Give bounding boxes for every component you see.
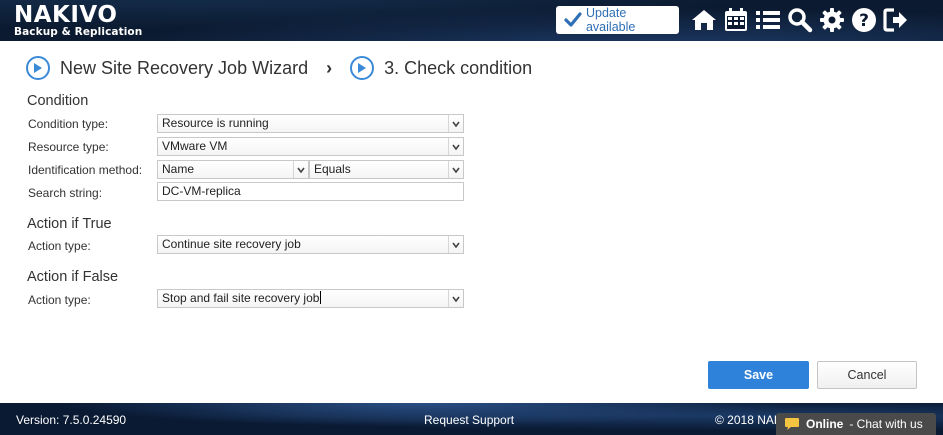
logo[interactable]: NAKIVO Backup & Replication — [14, 3, 142, 38]
action-if-false-heading: Action if False — [27, 269, 119, 285]
match-operator-select[interactable]: Equals — [309, 160, 464, 179]
wizard-title: New Site Recovery Job Wizard — [60, 57, 309, 78]
condition-type-value: Resource is running — [162, 116, 269, 130]
cancel-button[interactable]: Cancel — [817, 361, 917, 389]
action-true-type-select[interactable]: Continue site recovery job — [157, 235, 464, 254]
action-if-true-heading: Action if True — [27, 216, 112, 232]
chevron-down-icon — [293, 161, 308, 178]
checkmark-icon — [564, 12, 582, 27]
search-string-label: Search string: — [28, 186, 103, 200]
top-bar: NAKIVO Backup & Replication Update avail… — [0, 0, 943, 41]
logout-icon[interactable] — [882, 6, 910, 34]
gear-icon[interactable] — [818, 6, 846, 34]
search-icon[interactable] — [786, 6, 814, 34]
search-string-input[interactable]: DC-VM-replica — [157, 182, 464, 201]
save-button[interactable]: Save — [708, 361, 809, 389]
action-true-type-label: Action type: — [28, 239, 91, 253]
chevron-down-icon — [448, 115, 463, 132]
list-icon[interactable] — [754, 6, 782, 34]
version-text: Version: 7.5.0.24590 — [16, 413, 127, 427]
condition-heading: Condition — [27, 93, 89, 109]
action-true-type-value: Continue site recovery job — [162, 237, 301, 251]
wizard-panel: New Site Recovery Job Wizard › 3. Check … — [0, 41, 943, 403]
chat-bubble-icon — [785, 418, 799, 430]
step-play-icon — [350, 56, 375, 80]
footer: Version: 7.5.0.24590 Request Support © 2… — [0, 403, 943, 435]
wizard-breadcrumb: New Site Recovery Job Wizard › 3. Check … — [26, 54, 532, 82]
chevron-down-icon — [448, 138, 463, 155]
chevron-down-icon — [448, 290, 463, 307]
text-cursor — [320, 291, 322, 304]
chevron-down-icon — [448, 161, 463, 178]
action-false-type-select[interactable]: Stop and fail site recovery job — [157, 289, 464, 308]
top-icon-bar: ? — [690, 6, 910, 34]
home-icon[interactable] — [690, 6, 718, 34]
condition-type-select[interactable]: Resource is running — [157, 114, 464, 133]
identification-method-select[interactable]: Name — [157, 160, 309, 179]
identification-method-value: Name — [162, 162, 195, 176]
action-false-type-value: Stop and fail site recovery job — [162, 291, 320, 305]
chat-text: - Chat with us — [849, 417, 923, 431]
copyright-text: © 2018 NAK — [715, 413, 782, 427]
match-operator-value: Equals — [314, 162, 351, 176]
resource-type-value: VMware VM — [162, 139, 228, 153]
live-chat-button[interactable]: Online - Chat with us — [776, 413, 936, 435]
chevron-down-icon — [448, 236, 463, 253]
breadcrumb-chevron-icon: › — [326, 57, 333, 78]
update-available-label: Update available — [585, 6, 636, 34]
svg-text:?: ? — [859, 11, 869, 31]
calendar-icon[interactable] — [722, 6, 750, 34]
wizard-play-icon — [26, 56, 50, 80]
chat-status: Online — [806, 417, 844, 431]
action-false-type-label: Action type: — [28, 293, 91, 307]
condition-type-label: Condition type: — [28, 117, 109, 131]
help-icon[interactable]: ? — [850, 6, 878, 34]
resource-type-select[interactable]: VMware VM — [157, 137, 464, 156]
update-available-button[interactable]: Update available — [556, 6, 679, 34]
identification-method-label: Identification method: — [28, 163, 143, 177]
wizard-step-title: 3. Check condition — [384, 57, 533, 78]
logo-sub-text: Backup & Replication — [14, 26, 143, 38]
logo-main-text: NAKIVO — [14, 2, 118, 28]
request-support-link[interactable]: Request Support — [424, 413, 514, 427]
resource-type-label: Resource type: — [28, 140, 109, 154]
search-string-value: DC-VM-replica — [162, 184, 241, 198]
